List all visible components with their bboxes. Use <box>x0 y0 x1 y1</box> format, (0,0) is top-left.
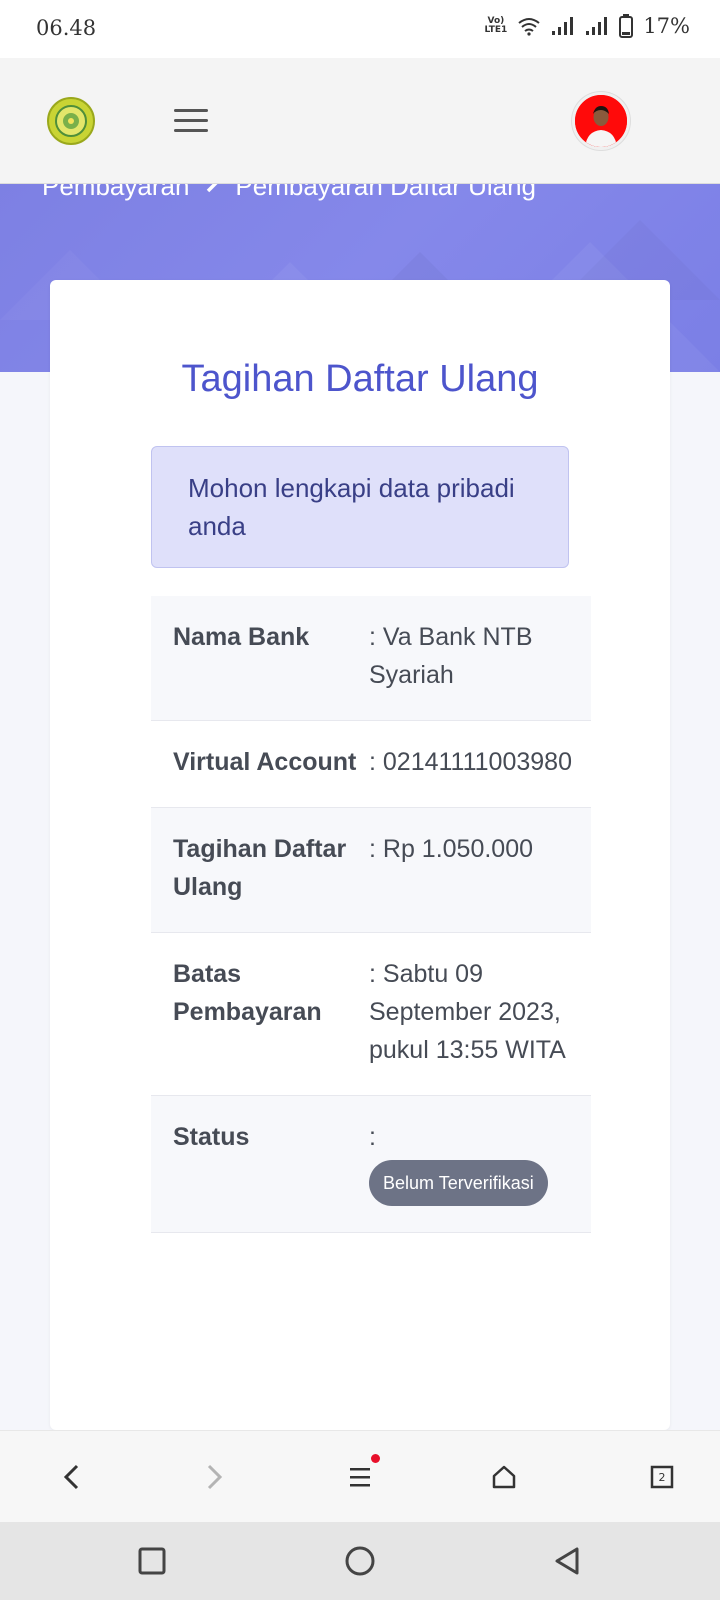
table-row: Batas Pembayaran : Sabtu 09 September 20… <box>151 933 591 1096</box>
back-arrow-icon[interactable] <box>42 1431 102 1523</box>
forward-arrow-icon[interactable] <box>184 1431 244 1523</box>
row-label: Tagihan Daftar Ulang <box>173 835 347 901</box>
recents-square-icon[interactable] <box>117 1522 187 1600</box>
signal-icon-sim2 <box>586 17 608 35</box>
back-triangle-icon[interactable] <box>532 1522 602 1600</box>
table-row: Tagihan Daftar Ulang : Rp 1.050.000 <box>151 807 591 933</box>
row-value: : Rp 1.050.000 <box>369 835 534 863</box>
row-value: : 02141111003980 <box>369 748 572 776</box>
menu-icon[interactable] <box>330 1431 390 1523</box>
status-time: 06.48 <box>36 16 97 40</box>
volte-icon: Vo) LTE1 <box>484 16 508 35</box>
browser-toolbar: 2 <box>0 1430 720 1522</box>
row-value: : Sabtu 09 September 2023, pukul 13:55 W… <box>369 960 566 1064</box>
battery-percent: 17% <box>643 14 690 38</box>
page-title: Tagihan Daftar Ulang <box>181 358 539 400</box>
status-icons: Vo) LTE1 17% <box>485 14 690 38</box>
profile-incomplete-alert: Mohon lengkapi data pribadi anda <box>151 446 569 568</box>
hamburger-menu-icon[interactable] <box>174 108 208 134</box>
billing-card: Tagihan Daftar Ulang Mohon lengkapi data… <box>50 280 670 1430</box>
signal-icon-sim1 <box>552 17 574 35</box>
system-nav-bar <box>0 1522 720 1600</box>
status-colon: : <box>369 1123 376 1151</box>
tabs-icon[interactable]: 2 <box>632 1431 692 1523</box>
table-row: Nama Bank : Va Bank NTB Syariah <box>151 596 591 721</box>
table-row: Virtual Account : 02141111003980 <box>151 721 591 808</box>
row-value: : Belum Terverifikasi <box>369 1096 591 1233</box>
home-circle-icon[interactable] <box>325 1522 395 1600</box>
tab-count: 2 <box>659 1471 666 1484</box>
battery-icon <box>619 14 634 38</box>
row-value: : Va Bank NTB Syariah <box>369 623 533 689</box>
app-header <box>0 58 720 184</box>
notification-dot <box>371 1454 380 1463</box>
wifi-icon <box>518 18 540 36</box>
status-badge: Belum Terverifikasi <box>369 1160 548 1206</box>
table-row: Status : Belum Terverifikasi <box>151 1095 591 1233</box>
row-label: Nama Bank <box>173 623 310 651</box>
home-icon[interactable] <box>474 1431 534 1523</box>
row-label: Virtual Account <box>173 748 357 776</box>
status-bar: 06.48 Vo) LTE1 17% <box>0 0 720 58</box>
row-label: Batas Pembayaran <box>173 960 322 1026</box>
user-avatar-icon[interactable] <box>572 92 630 150</box>
university-seal-icon[interactable] <box>46 96 96 146</box>
billing-info-table: Nama Bank : Va Bank NTB Syariah Virtual … <box>151 596 591 1233</box>
row-label: Status <box>173 1123 250 1151</box>
